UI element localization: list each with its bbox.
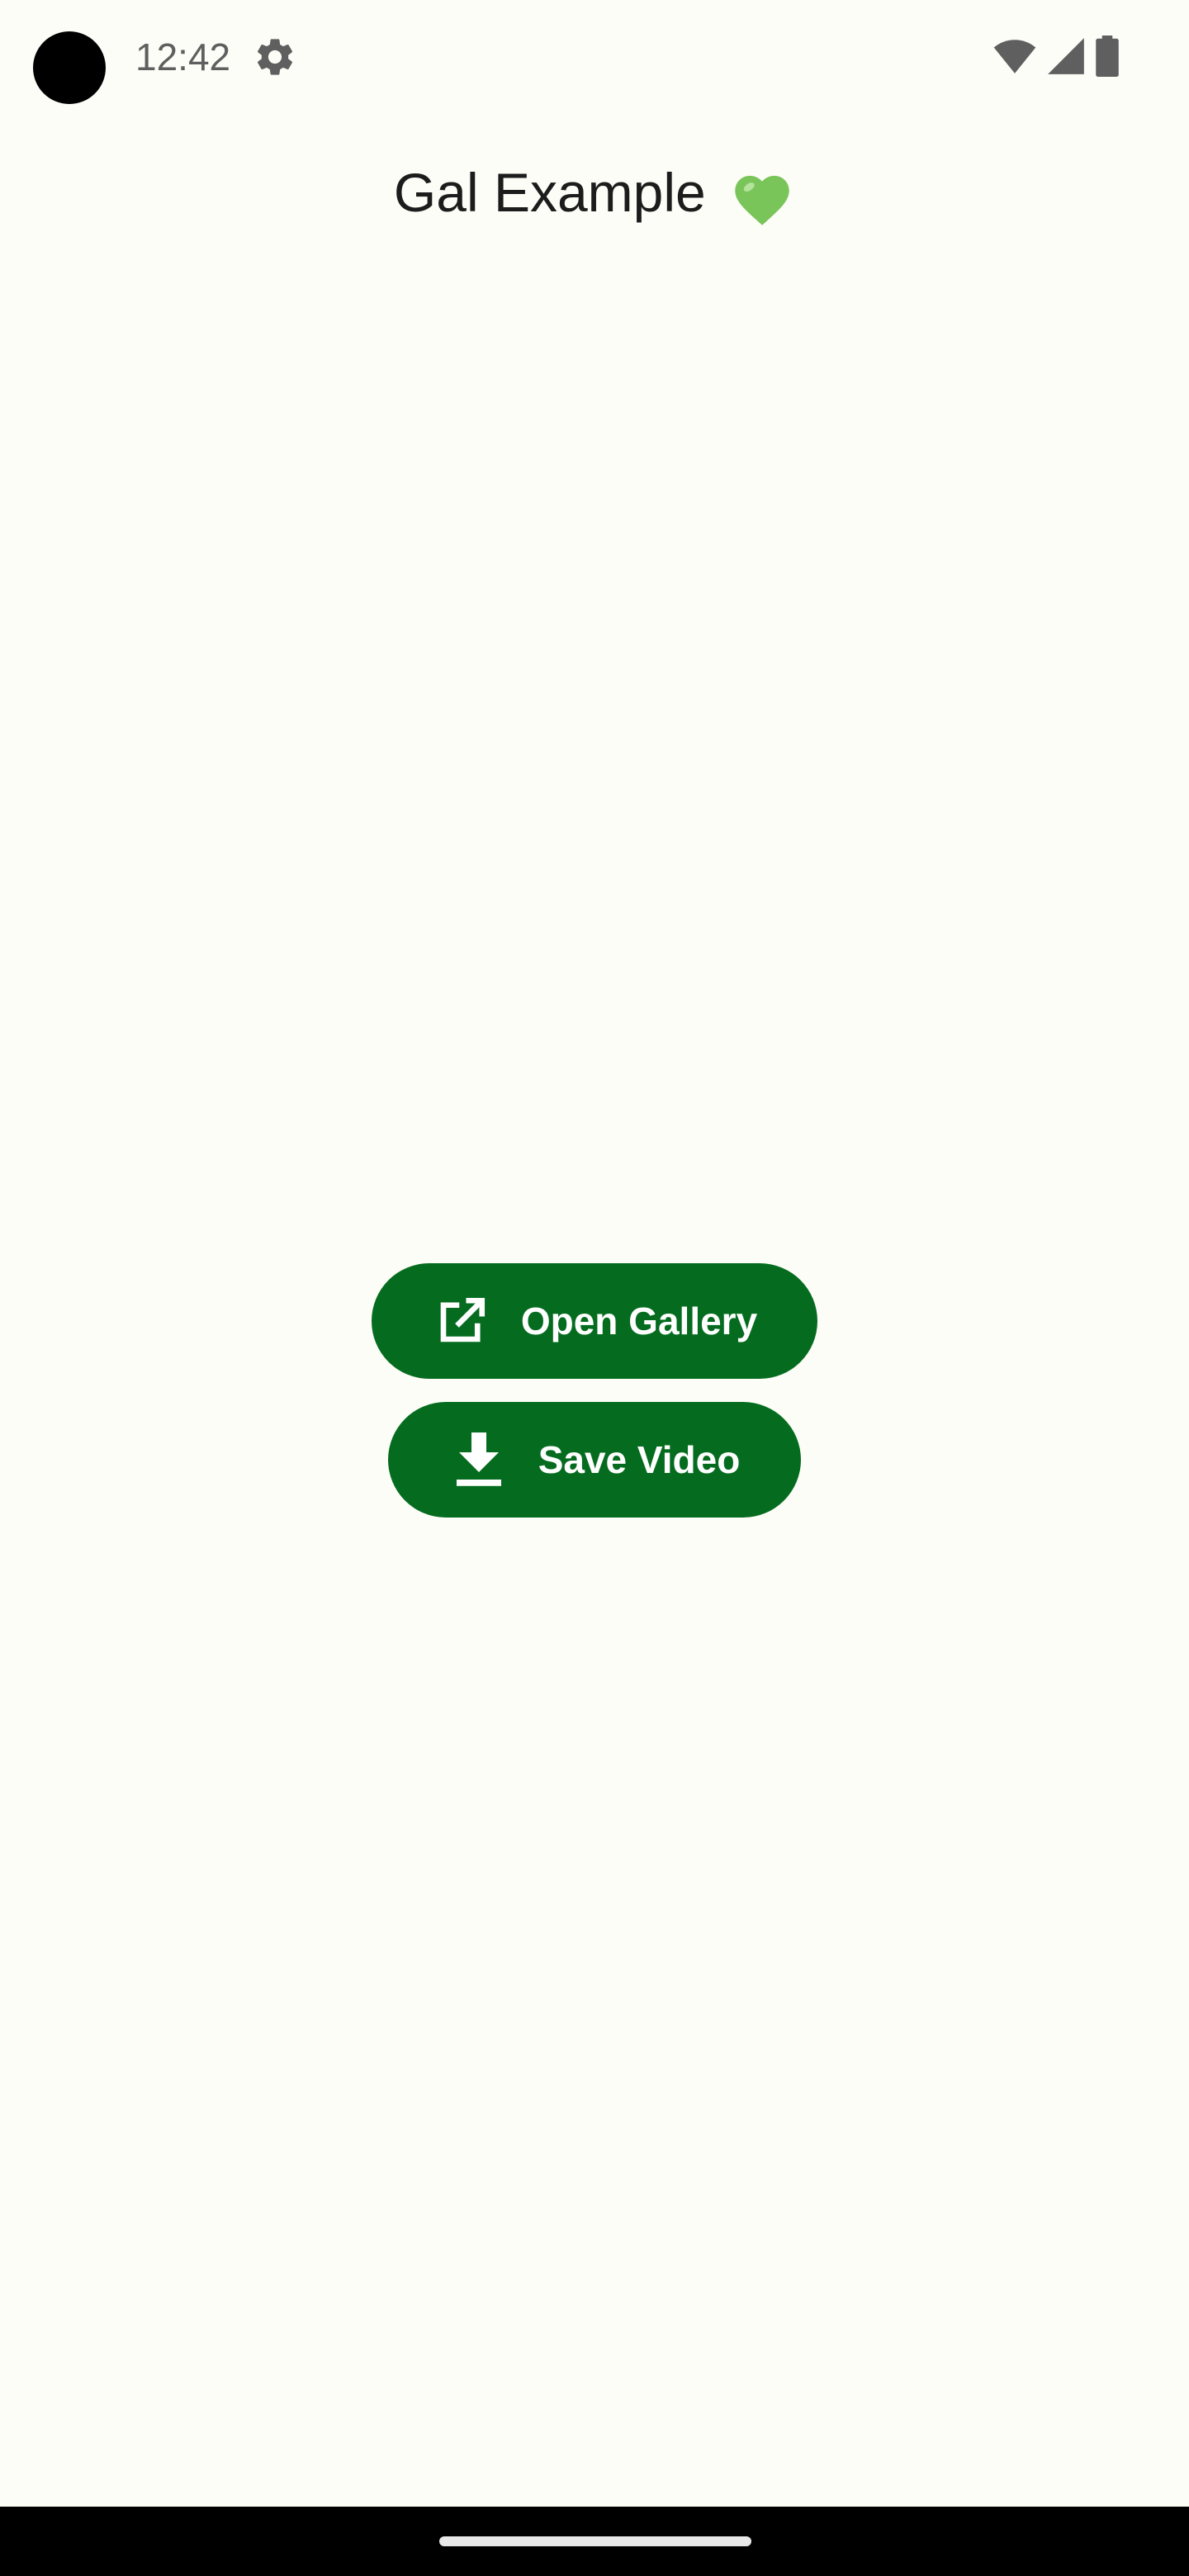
open-gallery-button[interactable]: Open Gallery	[372, 1263, 817, 1379]
open-gallery-label: Open Gallery	[520, 1300, 758, 1342]
save-video-button[interactable]: Save Video	[388, 1402, 801, 1518]
settings-icon	[253, 35, 297, 79]
status-bar: 12:42	[0, 0, 1189, 116]
cellular-signal-icon	[1047, 37, 1085, 79]
save-video-label: Save Video	[538, 1438, 741, 1481]
app-title-text: Gal Example	[393, 162, 706, 223]
green-heart-icon	[729, 168, 795, 227]
home-gesture-handle[interactable]	[439, 2536, 751, 2546]
navigation-bar	[0, 2507, 1189, 2576]
download-icon	[449, 1430, 509, 1489]
camera-cutout	[33, 31, 106, 104]
battery-icon	[1095, 35, 1120, 81]
open-in-new-icon	[432, 1291, 491, 1351]
status-clock: 12:42	[135, 36, 231, 78]
app-title: Gal Example	[0, 155, 1189, 230]
status-icons	[992, 35, 1120, 81]
wifi-icon	[992, 38, 1037, 78]
